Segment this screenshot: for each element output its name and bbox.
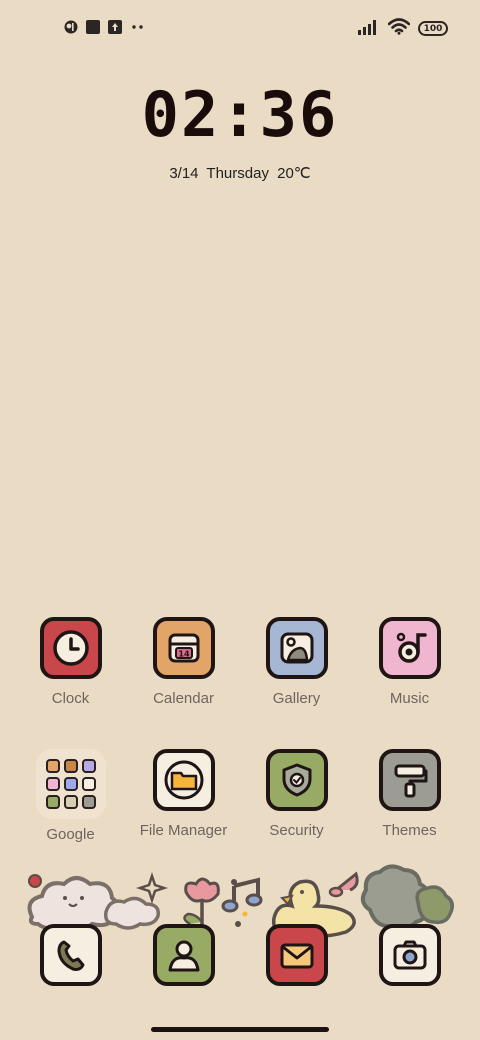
mail-icon[interactable] (265, 924, 328, 986)
clock-time: 02:36 (141, 78, 339, 151)
gmail-app-icon (81, 759, 96, 773)
paint-roller-icon[interactable] (378, 749, 441, 811)
camera-icon[interactable] (378, 924, 441, 986)
upload-icon (108, 19, 122, 38)
duo-app-icon (81, 795, 96, 809)
svg-text:14: 14 (178, 650, 190, 659)
photos-app-icon (63, 795, 78, 809)
file-manager-icon[interactable] (152, 749, 215, 811)
google-folder-icon[interactable] (35, 749, 106, 819)
person-icon[interactable] (152, 924, 215, 986)
clock-widget[interactable]: 02:36 3/14 Thursday 20℃ (0, 78, 480, 183)
signal-icon (358, 19, 380, 39)
battery-indicator: 100 (418, 21, 448, 36)
app-file-manager[interactable]: File Manager (127, 749, 240, 843)
status-bar: 100 (0, 0, 480, 56)
calendar-icon[interactable]: 14 (152, 617, 215, 679)
music-icon[interactable] (378, 617, 441, 679)
system-icons: 100 (358, 18, 448, 39)
clock-date: 3/14 Thursday 20℃ (169, 165, 311, 182)
dock-phone[interactable] (14, 924, 127, 986)
dock-contacts[interactable] (127, 924, 240, 986)
app-label: Google (46, 826, 95, 843)
app-label: File Manager (139, 822, 228, 839)
app-label: Themes (382, 822, 437, 839)
app-themes[interactable]: Themes (353, 749, 466, 843)
square-notification-icon (86, 19, 100, 38)
notification-icons (64, 19, 146, 38)
more-dots-icon (130, 19, 146, 38)
dock (14, 924, 466, 986)
chrome-app-icon (63, 759, 78, 773)
app-label: Gallery (272, 690, 321, 707)
app-label: Calendar (153, 690, 214, 707)
wifi-icon (387, 18, 411, 39)
app-google-folder[interactable]: Google (14, 749, 127, 843)
home-indicator[interactable] (151, 1027, 329, 1032)
app-gallery[interactable]: Gallery (240, 617, 353, 707)
google-app-icon (45, 759, 60, 773)
dock-messages[interactable] (240, 924, 353, 986)
drive-app-icon (81, 777, 96, 791)
app-label: Security (269, 822, 324, 839)
maps-app-icon (45, 777, 60, 791)
app-music[interactable]: Music (353, 617, 466, 707)
meet-app-icon (45, 795, 60, 809)
shield-icon[interactable] (265, 749, 328, 811)
app-grid-row-2: Google File Manager Security Themes (14, 749, 466, 843)
app-label: Clock (51, 690, 90, 707)
phone-icon[interactable] (39, 924, 102, 986)
app-grid-row-1: Clock 14 Calendar Gallery Music (14, 617, 466, 707)
app-security[interactable]: Security (240, 749, 353, 843)
gallery-icon[interactable] (265, 617, 328, 679)
youtube-app-icon (63, 777, 78, 791)
app-calendar[interactable]: 14 Calendar (127, 617, 240, 707)
app-label: Music (389, 690, 430, 707)
app-clock[interactable]: Clock (14, 617, 127, 707)
dock-camera[interactable] (353, 924, 466, 986)
clock-icon[interactable] (39, 617, 102, 679)
color-app-icon (64, 19, 78, 38)
